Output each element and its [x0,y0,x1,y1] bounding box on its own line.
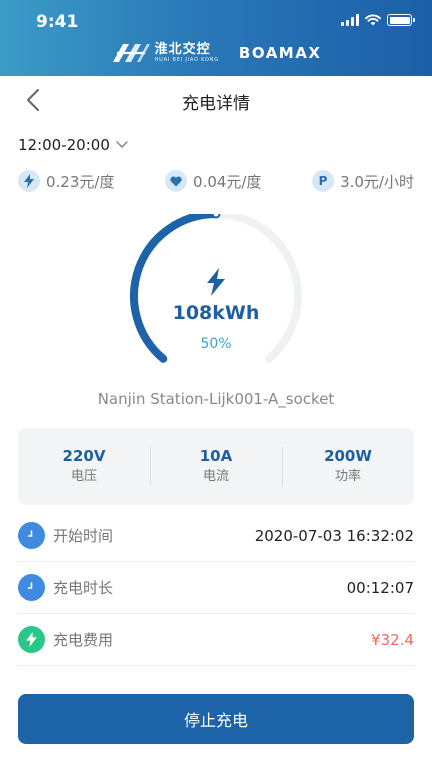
stop-charging-button[interactable]: 停止充电 [18,694,414,744]
app-header: 9:41 淮北交控 HUAI BEI JIAO KONG BOAMAX [0,0,432,76]
clock-icon [18,574,45,601]
huaibei-logo-text: 淮北交控 [154,42,211,57]
fee-label: 充电费用 [53,631,114,649]
stat-current-value: 10A [199,446,233,465]
page-title: 充电详情 [182,94,250,114]
parking-price: P 3.0元/小时 [312,170,414,192]
chevron-down-icon [116,141,128,149]
stat-current: 10A 电流 [150,445,282,489]
stat-voltage: 220V 电压 [18,445,150,489]
service-price-text: 0.04元/度 [193,172,262,191]
parking-icon: P [312,170,335,192]
brand-logos: 淮北交控 HUAI BEI JIAO KONG BOAMAX [0,42,432,64]
huaibei-logo: 淮北交控 HUAI BEI JIAO KONG [111,42,219,64]
info-row-duration: 充电时长 00:12:07 [18,562,414,614]
info-row-fee: 充电费用 ¥32.4 [18,614,414,666]
electric-stats: 220V 电压 10A 电流 200W 功率 [18,428,414,505]
electricity-price: 0.23元/度 [18,170,114,192]
energy-value: 108kWh [172,302,260,324]
status-icons [341,14,415,26]
boamax-logo: BOAMAX [238,44,322,62]
charge-info-list: 开始时间 2020-07-03 16:32:02 充电时长 00:12:07 充… [18,510,414,666]
parking-price-text: 3.0元/小时 [340,172,414,191]
signal-icon [341,14,359,26]
heart-icon [165,170,188,192]
wifi-icon [365,14,381,26]
start-time-label: 开始时间 [53,527,114,545]
charge-gauge: 108kWh 50% [116,214,316,384]
stat-voltage-value: 220V [62,446,106,465]
stat-current-label: 电流 [202,468,229,484]
stat-power-label: 功率 [334,468,361,484]
battery-icon [387,14,415,26]
bolt-icon [18,170,40,192]
station-name: Nanjin Station-Lijk001-A_socket [97,390,335,408]
charge-percent: 50% [200,336,232,352]
clock-icon [18,522,45,549]
status-time: 9:41 [36,12,79,32]
start-time-value: 2020-07-03 16:32:02 [254,526,414,545]
bolt-icon [18,626,45,653]
price-bar: 0.23元/度 0.04元/度 P 3.0元/小时 [18,170,414,192]
service-price: 0.04元/度 [165,170,261,192]
electricity-price-text: 0.23元/度 [46,172,115,191]
duration-label: 充电时长 [53,579,114,597]
stat-voltage-label: 电压 [70,468,97,484]
fee-value: ¥32.4 [371,630,414,649]
time-range-dropdown[interactable]: 12:00-20:00 [18,136,128,154]
time-range-value: 12:00-20:00 [18,136,110,154]
duration-value: 00:12:07 [346,578,414,597]
huaibei-logo-subtext: HUAI BEI JIAO KONG [154,57,219,63]
gauge-knob [211,214,221,219]
huaibei-logo-mark-icon [112,44,150,62]
stat-power-value: 200W [324,446,372,465]
stat-power: 200W 功率 [282,445,414,489]
bolt-icon [207,268,225,296]
gauge-ring [130,214,302,363]
info-row-start-time: 开始时间 2020-07-03 16:32:02 [18,510,414,562]
nav-bar: 充电详情 [0,76,432,124]
